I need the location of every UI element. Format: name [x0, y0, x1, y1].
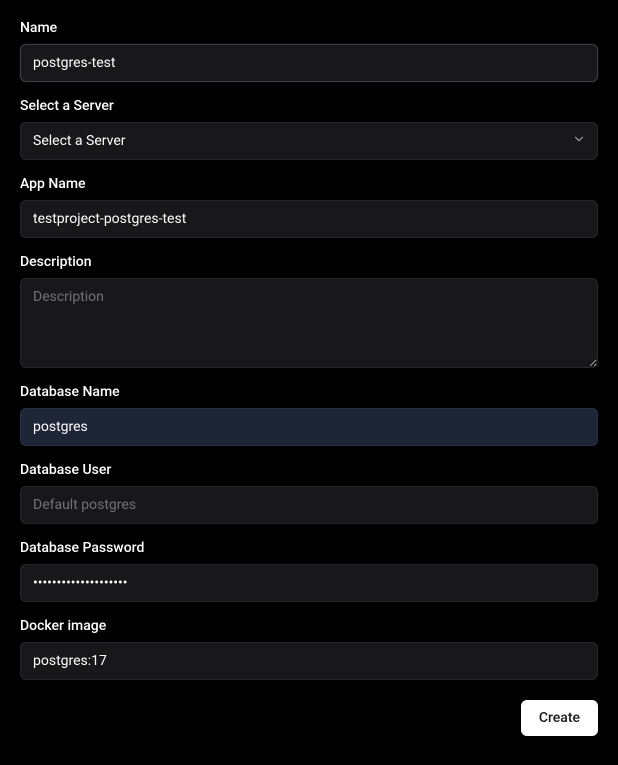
database-name-field-group: Database Name	[20, 384, 598, 446]
description-label: Description	[20, 254, 598, 270]
docker-image-field-group: Docker image	[20, 618, 598, 680]
docker-image-input[interactable]	[20, 642, 598, 680]
app-name-label: App Name	[20, 176, 598, 192]
database-password-input[interactable]	[20, 564, 598, 602]
docker-image-label: Docker image	[20, 618, 598, 634]
database-password-field-group: Database Password	[20, 540, 598, 602]
name-label: Name	[20, 20, 598, 36]
description-field-group: Description	[20, 254, 598, 368]
app-name-input[interactable]	[20, 200, 598, 238]
create-button[interactable]: Create	[521, 700, 598, 736]
server-label: Select a Server	[20, 98, 598, 114]
database-user-field-group: Database User	[20, 462, 598, 524]
description-textarea[interactable]	[20, 278, 598, 368]
form-actions: Create	[20, 700, 598, 736]
name-field-group: Name	[20, 20, 598, 82]
server-field-group: Select a Server Select a Server	[20, 98, 598, 160]
database-name-input[interactable]	[20, 408, 598, 446]
database-name-label: Database Name	[20, 384, 598, 400]
database-password-label: Database Password	[20, 540, 598, 556]
database-user-label: Database User	[20, 462, 598, 478]
database-user-input[interactable]	[20, 486, 598, 524]
app-name-field-group: App Name	[20, 176, 598, 238]
server-select[interactable]: Select a Server	[20, 122, 598, 160]
create-form: Name Select a Server Select a Server App…	[20, 20, 598, 736]
name-input[interactable]	[20, 44, 598, 82]
server-select-wrapper: Select a Server	[20, 122, 598, 160]
